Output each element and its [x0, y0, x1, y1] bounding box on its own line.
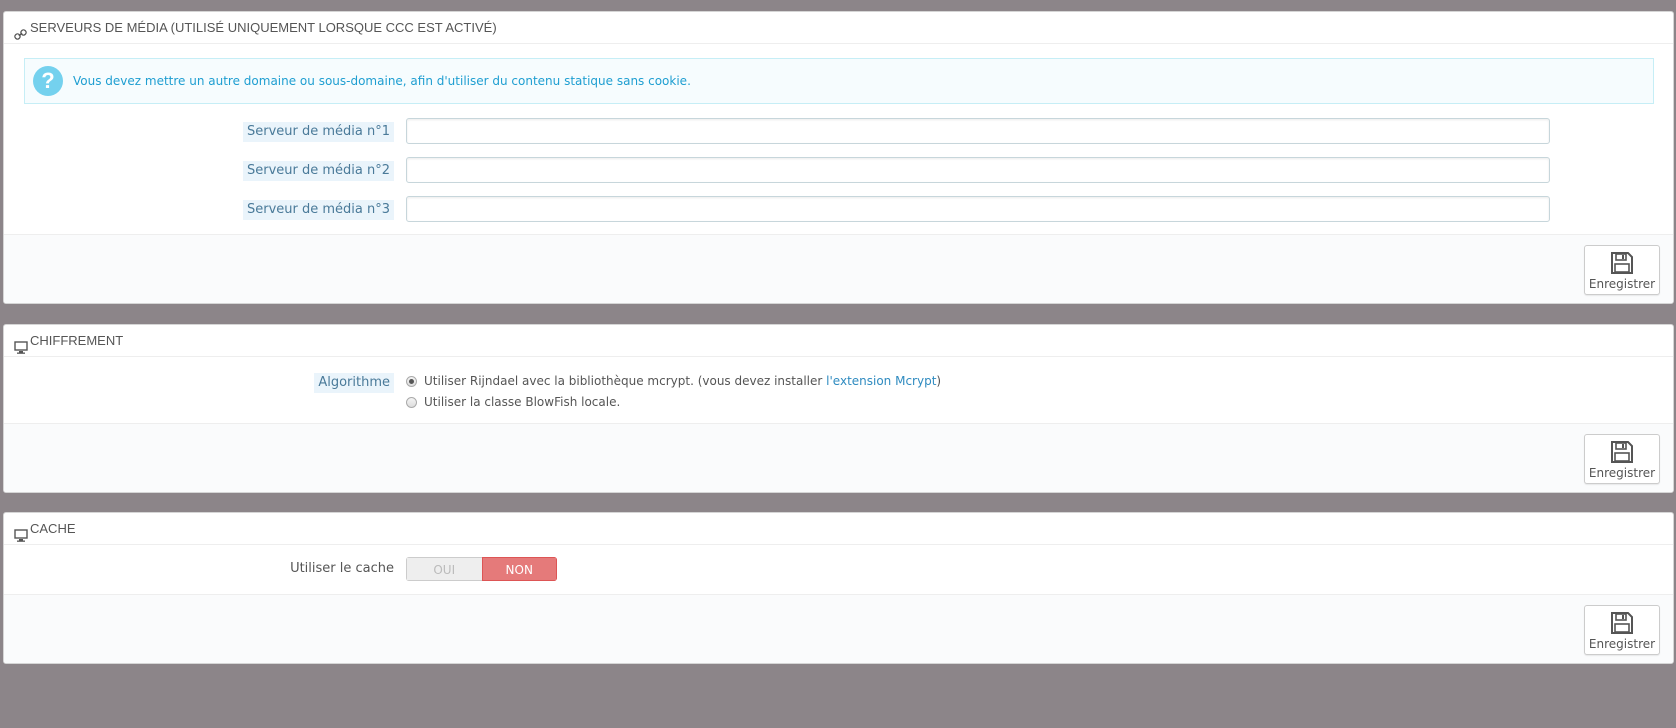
- radio-button[interactable]: [406, 396, 417, 408]
- switch-option-yes[interactable]: OUI: [406, 557, 482, 581]
- panel-title: CHIFFREMENT: [30, 333, 124, 348]
- save-button[interactable]: Enregistrer: [1584, 245, 1660, 295]
- save-button[interactable]: Enregistrer: [1584, 434, 1660, 484]
- media-server-3-label: Serveur de média n°3: [242, 200, 394, 220]
- encryption-panel: CHIFFREMENT Algorithme Utiliser Rijndael…: [3, 324, 1674, 493]
- media-servers-heading: SERVEURS DE MÉDIA (UTILISÉ UNIQUEMENT LO…: [4, 12, 1673, 44]
- link-icon: [14, 21, 27, 40]
- alert-text: Vous devez mettre un autre domaine ou so…: [73, 74, 691, 88]
- panel-title: CACHE: [30, 521, 76, 536]
- save-label: Enregistrer: [1588, 637, 1656, 651]
- save-label: Enregistrer: [1588, 277, 1656, 291]
- save-button[interactable]: Enregistrer: [1584, 605, 1660, 655]
- media-server-2-label: Serveur de média n°2: [242, 161, 394, 181]
- cache-panel: CACHE Utiliser le cache OUI NON Enregist…: [3, 512, 1674, 664]
- panel-title: SERVEURS DE MÉDIA (UTILISÉ UNIQUEMENT LO…: [30, 20, 497, 35]
- info-alert: ? Vous devez mettre un autre domaine ou …: [24, 58, 1654, 104]
- save-label: Enregistrer: [1588, 466, 1656, 480]
- monitor-icon: [14, 334, 28, 354]
- mcrypt-extension-link[interactable]: l'extension Mcrypt: [826, 374, 936, 388]
- encryption-heading: CHIFFREMENT: [4, 325, 1673, 357]
- panel-footer: Enregistrer: [4, 594, 1673, 663]
- use-cache-label: Utiliser le cache: [290, 561, 394, 576]
- panel-footer: Enregistrer: [4, 423, 1673, 492]
- floppy-disk-icon: [1611, 252, 1633, 274]
- media-server-1-input[interactable]: [406, 118, 1550, 144]
- media-server-2-input[interactable]: [406, 157, 1550, 183]
- option-text-end: ): [936, 374, 942, 388]
- floppy-disk-icon: [1611, 441, 1633, 463]
- radio-button[interactable]: [406, 375, 417, 387]
- algorithm-label: Algorithme: [314, 373, 394, 393]
- radio-label: Utiliser la classe BlowFish locale.: [424, 395, 621, 409]
- media-server-3-input[interactable]: [406, 196, 1550, 222]
- media-server-1-label: Serveur de média n°1: [242, 122, 394, 142]
- question-icon: ?: [33, 66, 63, 96]
- panel-footer: Enregistrer: [4, 234, 1673, 303]
- option-text: Utiliser Rijndael avec la bibliothèque m…: [424, 374, 827, 388]
- use-cache-switch[interactable]: OUI NON: [406, 557, 557, 581]
- cache-heading: CACHE: [4, 513, 1673, 545]
- monitor-icon: [14, 522, 28, 542]
- floppy-disk-icon: [1611, 612, 1633, 634]
- radio-option-rijndael[interactable]: Utiliser Rijndael avec la bibliothèque m…: [406, 374, 941, 388]
- radio-option-blowfish[interactable]: Utiliser la classe BlowFish locale.: [406, 395, 620, 409]
- media-servers-panel: SERVEURS DE MÉDIA (UTILISÉ UNIQUEMENT LO…: [3, 11, 1674, 304]
- radio-label: Utiliser Rijndael avec la bibliothèque m…: [424, 374, 941, 388]
- switch-option-no[interactable]: NON: [481, 557, 557, 581]
